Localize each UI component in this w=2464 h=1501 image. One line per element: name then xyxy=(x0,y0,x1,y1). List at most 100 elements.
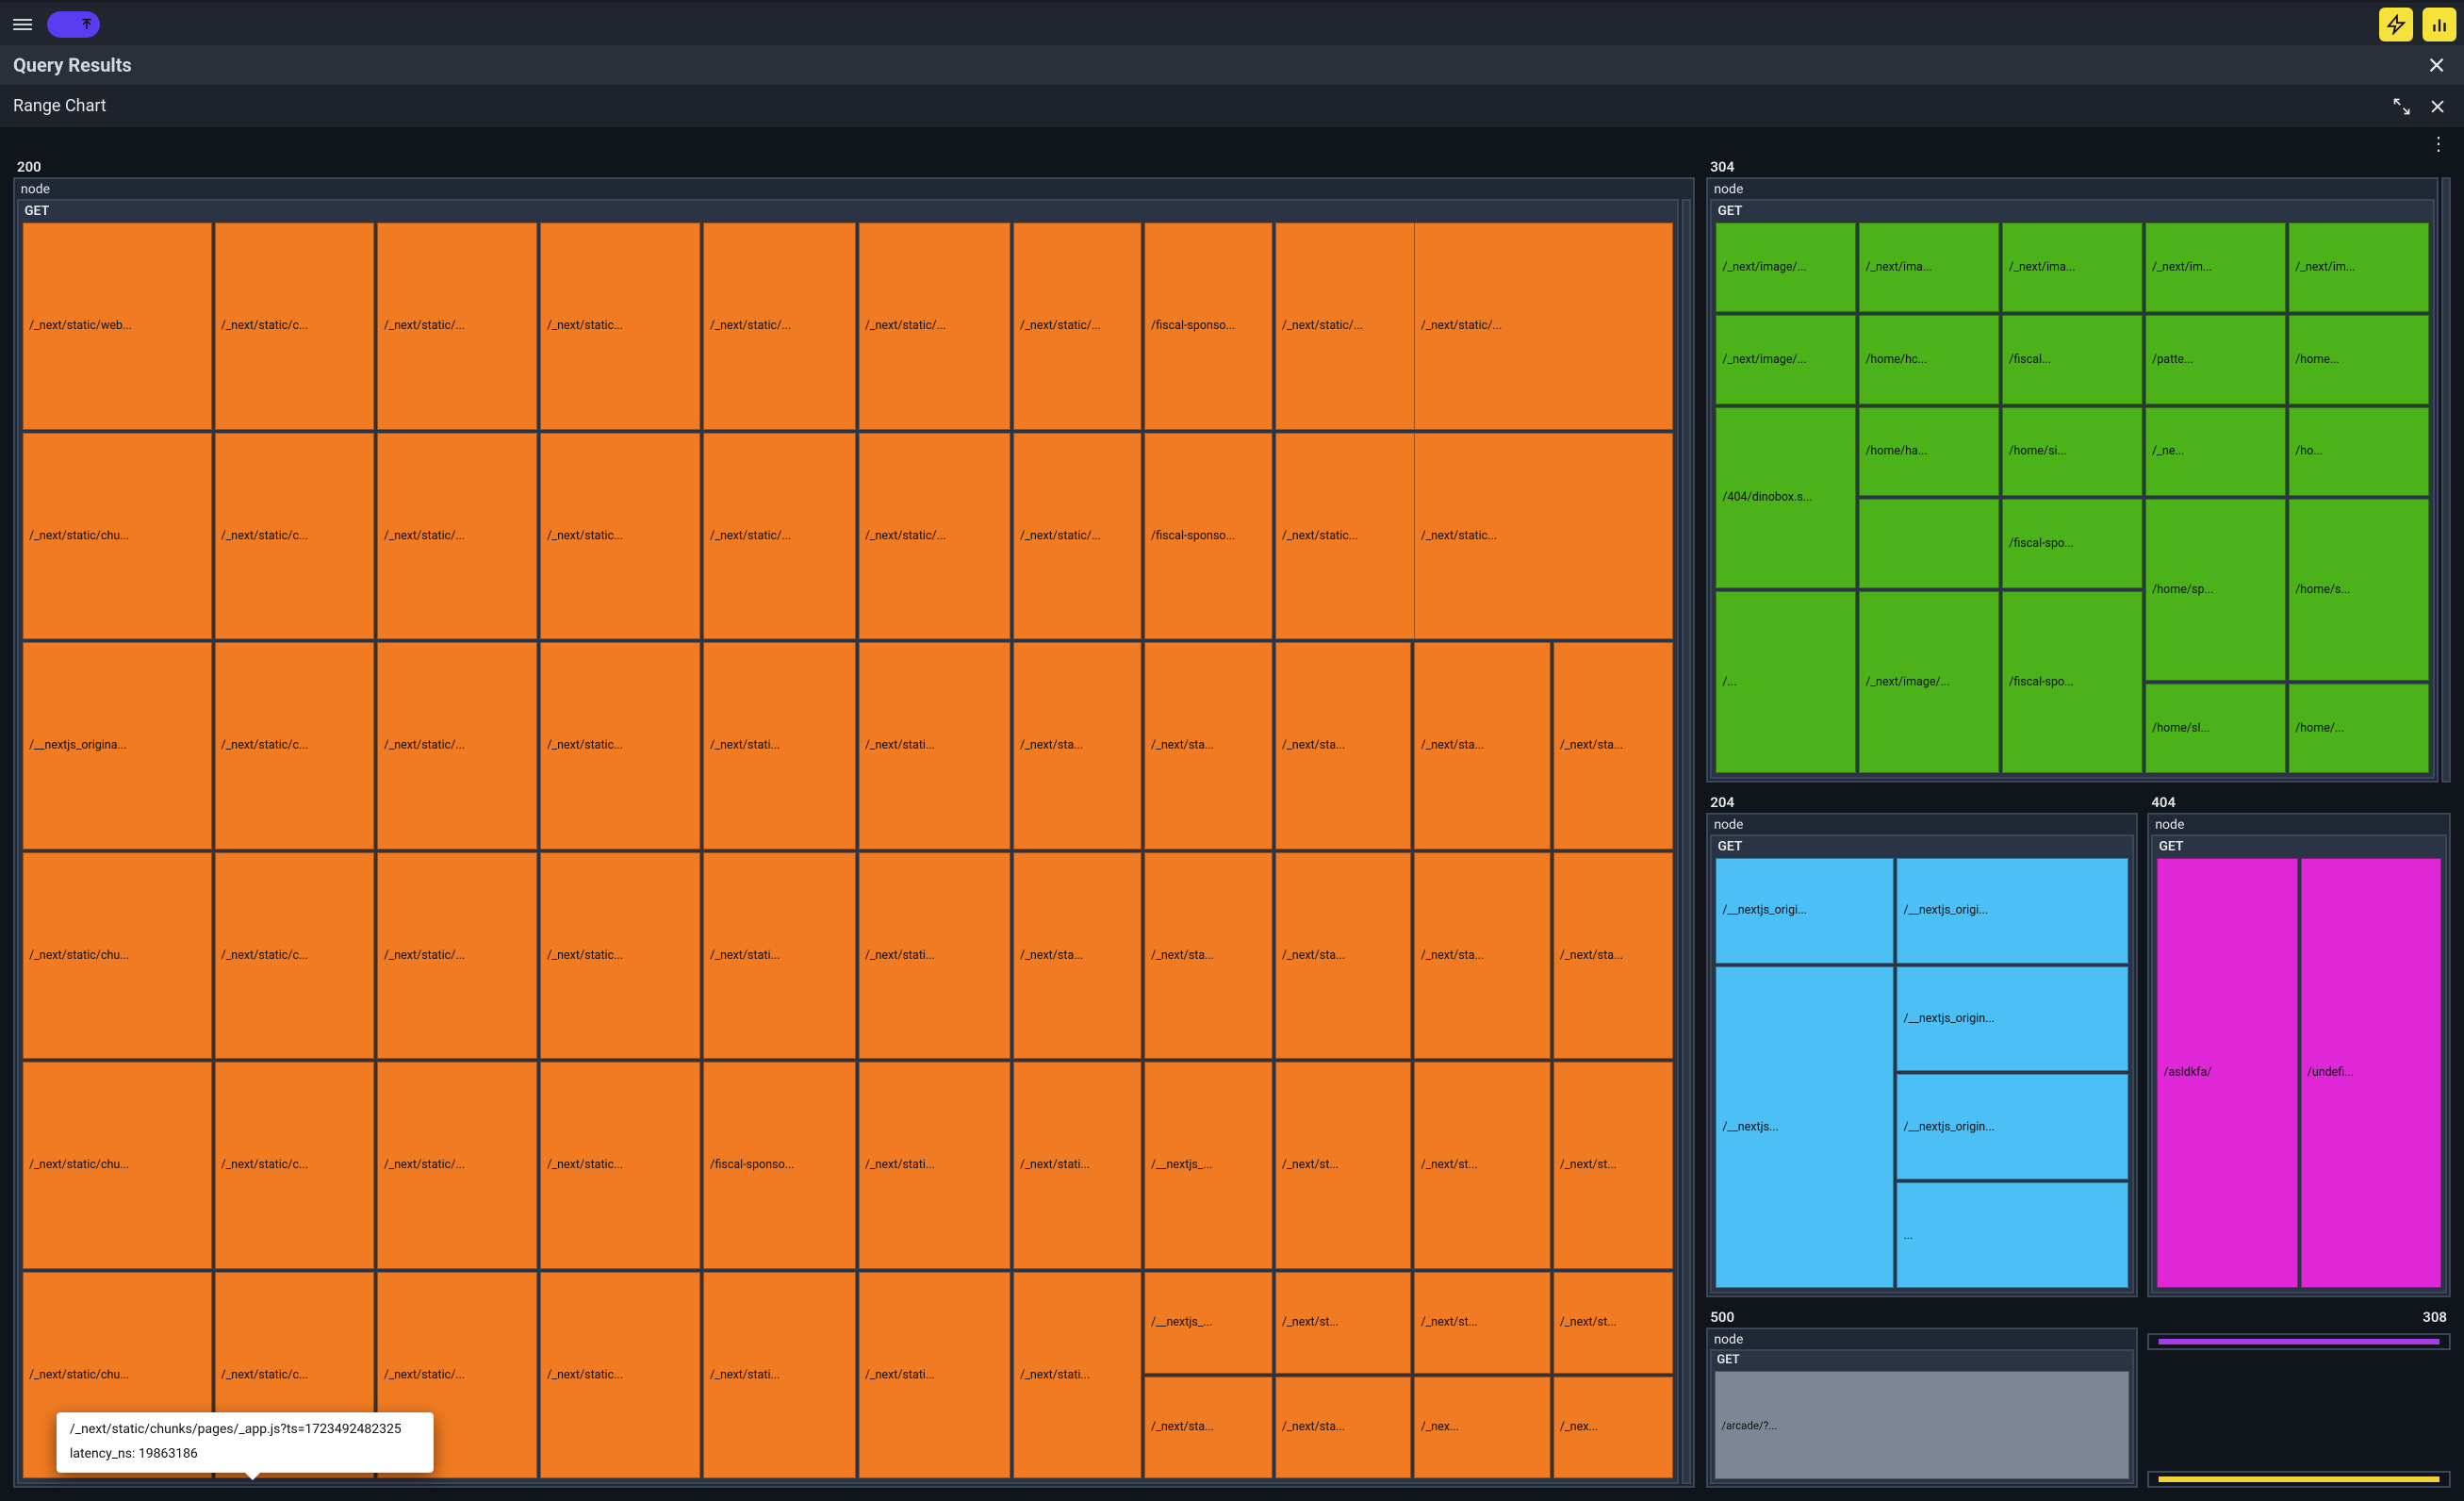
treemap-cell[interactable]: /_next/static... xyxy=(540,1062,700,1269)
close-query-results[interactable] xyxy=(2423,51,2451,79)
treemap-cell[interactable]: /_nex... xyxy=(1553,1377,1673,1478)
treemap-cell[interactable]: /__nextjs_origi... xyxy=(1897,858,2128,964)
treemap-cell[interactable]: /fiscal-spo... xyxy=(2002,499,2143,588)
treemap-cell[interactable]: /_next/static/... xyxy=(377,852,537,1060)
treemap-cell[interactable]: /_next/static/... xyxy=(1414,223,1673,430)
treemap-cell[interactable]: /_next/static... xyxy=(540,433,700,640)
chart-menu[interactable]: ⋮ xyxy=(2429,132,2447,155)
treemap-cell[interactable]: /_next/static/c... xyxy=(215,1062,375,1269)
treemap-cell[interactable]: /_next/static/c... xyxy=(215,433,375,640)
treemap-cell[interactable]: /_next/static/c... xyxy=(215,852,375,1060)
treemap-cell[interactable]: /__nextjs... xyxy=(1716,966,1894,1289)
treemap-cell[interactable]: /_next/stati... xyxy=(703,852,855,1060)
treemap-cell[interactable]: /home... xyxy=(2289,315,2429,404)
treemap-cell[interactable]: ... xyxy=(1897,1182,2128,1288)
treemap-cell[interactable]: /_next/static/c... xyxy=(215,642,375,849)
collapse-chart[interactable] xyxy=(2389,93,2415,120)
treemap-cell[interactable]: /_next/sta... xyxy=(1013,642,1142,849)
treemap-cell[interactable]: /home/si... xyxy=(2002,407,2143,497)
treemap-cell[interactable]: /_next/st... xyxy=(1275,1272,1411,1374)
treemap-cell[interactable]: /_next/st... xyxy=(1414,1272,1550,1374)
treemap-cell[interactable]: /__nextjs_origina... xyxy=(23,642,212,849)
treemap-cell[interactable]: /fiscal... xyxy=(2002,315,2143,404)
treemap-cell[interactable]: /404/dinobox.s... xyxy=(1716,407,1856,589)
treemap-cell[interactable]: /_next/static... xyxy=(540,642,700,849)
treemap-cell[interactable]: /_next/sta... xyxy=(1144,1377,1273,1478)
treemap-cell[interactable]: /_next/stati... xyxy=(859,1062,1010,1269)
treemap-cell[interactable]: /_next/sta... xyxy=(1553,852,1673,1060)
treemap-cell[interactable]: /_next/sta... xyxy=(1553,642,1673,849)
treemap-cell[interactable]: /fiscal-sponso... xyxy=(1144,433,1273,640)
treemap-cell[interactable]: /__nextjs_... xyxy=(1144,1062,1273,1269)
treemap-cell[interactable]: /_next/static... xyxy=(540,1272,700,1479)
close-chart[interactable] xyxy=(2424,93,2451,120)
upload-toggle[interactable] xyxy=(47,11,100,38)
treemap-cell[interactable]: /_next/static/chu... xyxy=(23,433,212,640)
treemap-cell[interactable]: /_nex... xyxy=(1414,1377,1550,1478)
treemap-cell[interactable]: /home/ha... xyxy=(1859,407,1999,497)
treemap-cell[interactable]: /_next/sta... xyxy=(1144,642,1273,849)
treemap-cell[interactable]: /_next/static/... xyxy=(1013,433,1142,640)
treemap-cell[interactable]: /patte... xyxy=(2145,315,2286,404)
treemap-cell[interactable]: /_next/static/... xyxy=(1013,223,1142,430)
treemap-cell[interactable]: /_next/stati... xyxy=(859,852,1010,1060)
treemap-cell[interactable]: /_next/sta... xyxy=(1275,1377,1411,1478)
treemap-cell[interactable]: /home/hc... xyxy=(1859,315,1999,404)
treemap-cell[interactable]: /arcade/?... xyxy=(1715,1371,2129,1479)
treemap-cell[interactable]: /_next/static/... xyxy=(377,433,537,640)
treemap-cell[interactable]: /_next/im... xyxy=(2145,223,2286,312)
treemap-cell[interactable]: /__nextjs_origi... xyxy=(1716,858,1894,964)
treemap-cell[interactable]: /_next/image/... xyxy=(1716,223,1856,312)
treemap-cell[interactable]: /home/s... xyxy=(2289,499,2429,681)
treemap-cell[interactable]: /_next/static... xyxy=(540,223,700,430)
treemap-cell[interactable]: /fiscal-sponso... xyxy=(703,1062,855,1269)
treemap-cell[interactable]: /fiscal-spo... xyxy=(2002,591,2143,773)
treemap-cell[interactable]: /_next/static/... xyxy=(377,642,537,849)
treemap-cell[interactable]: /_next/sta... xyxy=(1013,852,1142,1060)
treemap-cell[interactable]: /_next/static/... xyxy=(377,223,537,430)
treemap-cell[interactable]: /_next/sta... xyxy=(1275,852,1411,1060)
menu-icon[interactable] xyxy=(8,13,38,36)
treemap-cell[interactable]: /_next/st... xyxy=(1553,1272,1673,1374)
treemap-cell[interactable]: /_next/static/... xyxy=(859,433,1010,640)
treemap-cell[interactable]: /_next/static... xyxy=(1414,433,1673,640)
treemap-cell[interactable]: /_next/static/chu... xyxy=(23,852,212,1060)
treemap-cell[interactable]: /_next/stati... xyxy=(703,642,855,849)
treemap-cell[interactable]: /undefi... xyxy=(2301,858,2441,1289)
treemap-cell[interactable]: /__nextjs_... xyxy=(1144,1272,1273,1374)
treemap-cell[interactable]: /_next/st... xyxy=(1275,1062,1411,1269)
treemap-cell[interactable]: /_next/sta... xyxy=(1275,642,1411,849)
treemap-cell[interactable]: /_next/static/... xyxy=(377,1062,537,1269)
treemap-cell[interactable]: /_next/ima... xyxy=(1859,223,1999,312)
treemap-cell[interactable]: /_next/static... xyxy=(540,852,700,1060)
treemap-cell[interactable]: /__nextjs_origin... xyxy=(1897,1074,2128,1179)
treemap-cell[interactable]: /_next/image/... xyxy=(1716,315,1856,404)
treemap-cell[interactable]: /_next/stati... xyxy=(859,642,1010,849)
treemap-cell[interactable]: /_next/stati... xyxy=(859,1272,1010,1479)
treemap-cell[interactable]: /ho... xyxy=(2289,407,2429,497)
treemap-cell[interactable]: /_next/stati... xyxy=(1013,1062,1142,1269)
treemap-cell[interactable]: /_next/static/... xyxy=(703,433,855,640)
treemap-cell[interactable]: /home/... xyxy=(2289,684,2429,773)
treemap-cell[interactable]: /_next/static/... xyxy=(859,223,1010,430)
charts-button[interactable] xyxy=(2423,8,2456,41)
treemap-cell[interactable]: /_next/static/web... xyxy=(23,223,212,430)
treemap-cell[interactable]: /_ne... xyxy=(2145,407,2286,497)
treemap-cell[interactable]: /asldkfa/ xyxy=(2157,858,2297,1289)
treemap-cell[interactable]: /_next/image/... xyxy=(1859,591,1999,773)
treemap-cell[interactable]: /_next/sta... xyxy=(1144,852,1273,1060)
treemap-cell[interactable]: /__nextjs_origin... xyxy=(1897,966,2128,1072)
swatch-308-yellow[interactable] xyxy=(2147,1471,2451,1488)
treemap-cell[interactable]: /_next/static/chu... xyxy=(23,1062,212,1269)
treemap-cell[interactable]: /fiscal-sponso... xyxy=(1144,223,1273,430)
treemap-cell[interactable]: /_next/ima... xyxy=(2002,223,2143,312)
treemap-cell[interactable]: /home/sl... xyxy=(2145,684,2286,773)
treemap-cell[interactable] xyxy=(1859,499,1999,588)
run-button[interactable] xyxy=(2379,8,2413,41)
treemap-cell[interactable]: /_next/sta... xyxy=(1414,852,1550,1060)
treemap-cell[interactable]: /_next/static/c... xyxy=(215,223,375,430)
swatch-308-purple[interactable] xyxy=(2147,1333,2451,1350)
treemap-cell[interactable]: /_next/static/... xyxy=(703,223,855,430)
treemap-cell[interactable]: /_next/st... xyxy=(1553,1062,1673,1269)
treemap-cell[interactable]: /_next/im... xyxy=(2289,223,2429,312)
